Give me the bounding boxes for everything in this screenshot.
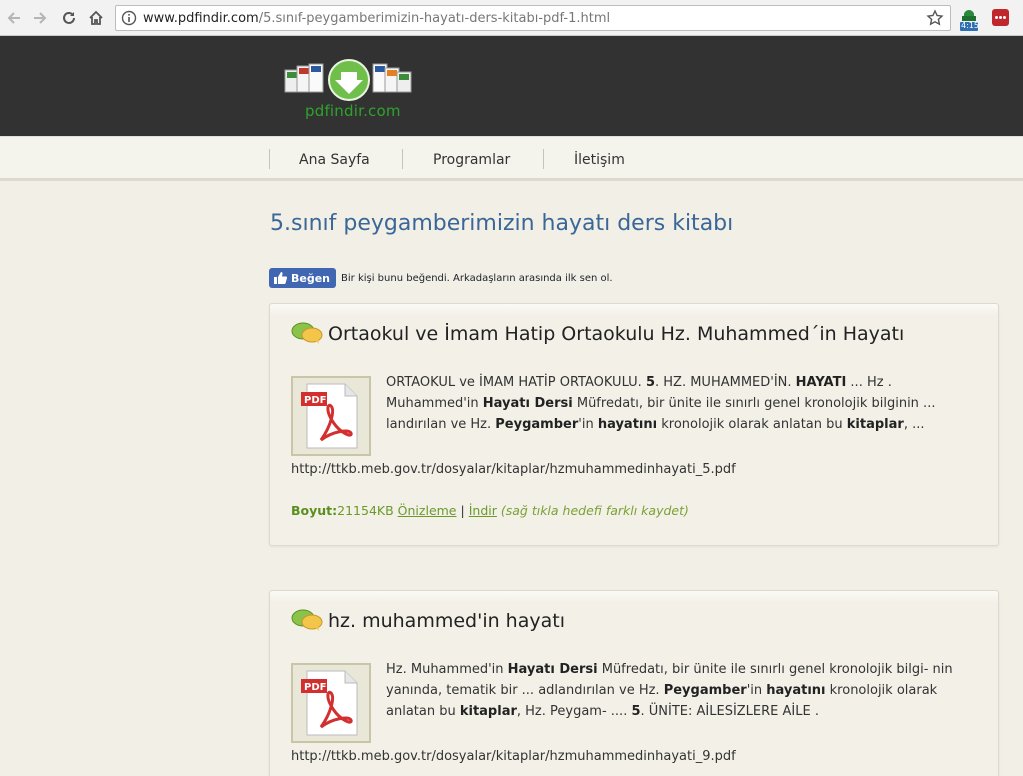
nav-divider bbox=[543, 149, 544, 169]
snippet-bold: Hayatı Dersi bbox=[482, 396, 573, 411]
home-button[interactable] bbox=[85, 7, 107, 29]
pdf-icon: PDF bbox=[301, 670, 358, 736]
documents-logo-icon bbox=[284, 59, 412, 101]
nav-divider bbox=[402, 149, 403, 169]
size-label: Boyut: bbox=[291, 503, 338, 518]
snippet-text: , ... bbox=[903, 417, 925, 432]
facebook-like-text: Bir kişi bunu beğendi. Arkadaşların aras… bbox=[341, 272, 613, 284]
browser-toolbar: www.pdfindir.com/5.sınıf-peygamberimizin… bbox=[0, 0, 1023, 36]
snippet-bold: Peygamber bbox=[495, 417, 579, 432]
snippet-bold: kitaplar bbox=[846, 417, 904, 432]
result-url: http://ttkb.meb.gov.tr/dosyalar/kitaplar… bbox=[291, 749, 736, 764]
snippet-text: Hz. Muhammed'in bbox=[386, 662, 508, 677]
svg-text:PDF: PDF bbox=[304, 395, 326, 406]
snippet-text: . HZ. MUHAMMED'İN. bbox=[655, 375, 796, 390]
snippet-bold: 5 bbox=[645, 375, 655, 390]
snippet-text: . ÜNİTE: AİLESİZLERE AİLE . bbox=[640, 704, 819, 719]
extension-badge: 4:15 bbox=[961, 21, 979, 30]
result-card: hz. muhammed'in hayatı PDF Hz. Muhammed'… bbox=[269, 590, 999, 776]
pdf-thumbnail[interactable]: PDF bbox=[291, 376, 371, 456]
nav-item-iletisim[interactable]: İletişim bbox=[574, 149, 625, 171]
chat-bubbles-icon bbox=[291, 322, 323, 344]
snippet-bold: HAYATI bbox=[795, 375, 847, 390]
pdf-thumbnail[interactable]: PDF bbox=[291, 663, 371, 743]
snippet-bold: 5 bbox=[631, 704, 641, 719]
url-text: www.pdfindir.com/5.sınıf-peygamberimizin… bbox=[143, 10, 610, 27]
facebook-like-button[interactable]: Beğen bbox=[269, 268, 337, 288]
pdf-icon: PDF bbox=[301, 383, 358, 449]
extension-menu-button[interactable] bbox=[992, 9, 1009, 26]
nav-item-programlar[interactable]: Programlar bbox=[433, 149, 510, 171]
dot-icon bbox=[999, 16, 1002, 19]
snippet-bold: hayatını bbox=[597, 417, 658, 432]
reload-button[interactable] bbox=[58, 7, 80, 29]
arrow-left-icon bbox=[7, 12, 20, 24]
url-path: /5.sınıf-peygamberimizin-hayatı-ders-kit… bbox=[258, 11, 611, 26]
result-snippet: Hz. Muhammed'in Hayatı Dersi Müfredatı, … bbox=[386, 659, 976, 722]
size-value: 21154KB bbox=[337, 503, 394, 518]
site-logo[interactable]: pdfindir.com bbox=[283, 58, 423, 122]
dot-icon bbox=[995, 16, 998, 19]
home-icon bbox=[89, 10, 103, 25]
result-title[interactable]: hz. muhammed'in hayatı bbox=[328, 610, 565, 632]
result-url: http://ttkb.meb.gov.tr/dosyalar/kitaplar… bbox=[291, 462, 736, 477]
snippet-text: ORTAOKUL ve İMAM HATİP ORTAOKULU. bbox=[386, 375, 646, 390]
main-nav: Ana Sayfa Programlar İletişim bbox=[0, 136, 1023, 181]
facebook-like-widget: Beğen Bir kişi bunu beğendi. Arkadaşları… bbox=[269, 268, 613, 288]
snippet-text: 'in bbox=[578, 417, 598, 432]
extension-mosque-button[interactable]: 4:15 bbox=[958, 8, 980, 32]
snippet-bold: Hayatı Dersi bbox=[507, 662, 598, 677]
dot-icon bbox=[1003, 16, 1006, 19]
result-meta: Boyut:21154KB Önizleme | İndir (sağ tıkla … bbox=[291, 503, 689, 518]
facebook-like-label: Beğen bbox=[291, 271, 331, 285]
forward-button[interactable] bbox=[29, 7, 51, 29]
site-header: pdfindir.com bbox=[0, 36, 1023, 136]
reload-icon bbox=[63, 11, 75, 24]
preview-link[interactable]: Önizleme bbox=[398, 503, 457, 518]
star-icon[interactable] bbox=[926, 9, 944, 27]
nav-item-ana-sayfa[interactable]: Ana Sayfa bbox=[299, 149, 370, 171]
url-host: www.pdfindir.com bbox=[143, 11, 259, 26]
result-card: Ortaokul ve İmam Hatip Ortaokulu Hz. Muh… bbox=[269, 303, 999, 546]
chat-bubbles-icon bbox=[291, 609, 323, 631]
info-icon[interactable] bbox=[121, 10, 137, 26]
snippet-bold: hayatını bbox=[766, 683, 826, 698]
nav-divider bbox=[269, 149, 270, 169]
snippet-bold: Peygamber bbox=[663, 683, 747, 698]
arrow-right-icon bbox=[34, 12, 47, 24]
download-hint: (sağ tıkla hedefi farklı kaydet) bbox=[500, 503, 689, 518]
snippet-text: , Hz. Peygam- .... bbox=[516, 704, 632, 719]
download-link[interactable]: İndir bbox=[469, 503, 497, 518]
page-title: 5.sınıf peygamberimizin hayatı ders kita… bbox=[270, 211, 734, 236]
meta-separator: | bbox=[460, 503, 465, 518]
logo-text: pdfindir.com bbox=[305, 102, 401, 120]
snippet-text: kronolojik olarak anlatan bu bbox=[657, 417, 847, 432]
result-title[interactable]: Ortaokul ve İmam Hatip Ortaokulu Hz. Muh… bbox=[328, 323, 904, 345]
thumbs-up-icon bbox=[274, 272, 287, 284]
back-button[interactable] bbox=[3, 7, 25, 29]
svg-text:PDF: PDF bbox=[304, 682, 326, 693]
address-bar[interactable]: www.pdfindir.com/5.sınıf-peygamberimizin… bbox=[115, 5, 951, 31]
result-snippet: ORTAOKUL ve İMAM HATİP ORTAOKULU. 5. HZ.… bbox=[386, 372, 976, 435]
snippet-bold: kitaplar bbox=[459, 704, 517, 719]
snippet-text: 'in bbox=[746, 683, 767, 698]
